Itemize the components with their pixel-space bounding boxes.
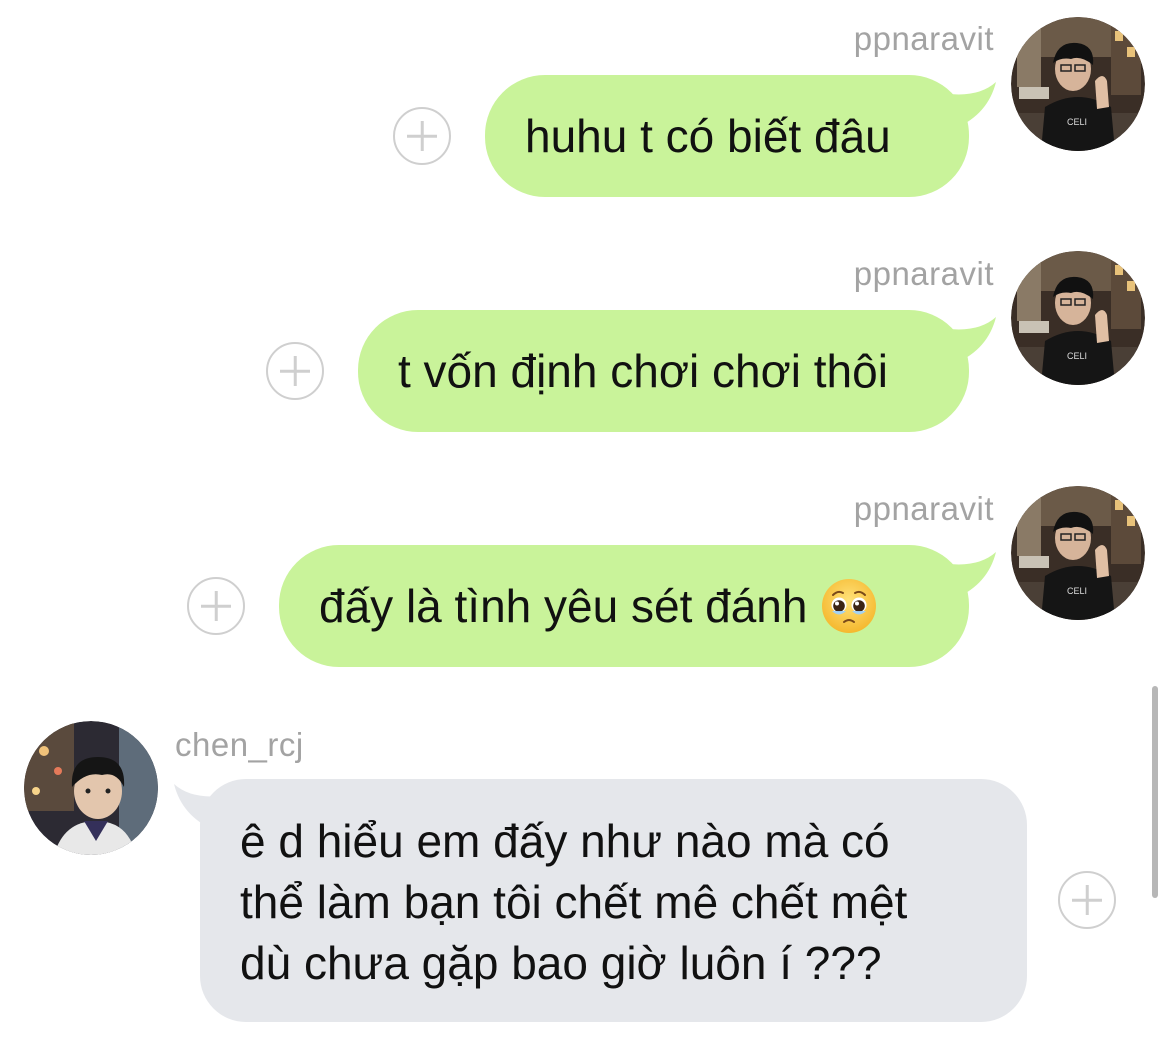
message-bubble[interactable]: huhu t có biết đâu xyxy=(485,75,969,197)
message-text-line: ê d hiểu em đấy như nào mà có xyxy=(240,815,890,867)
profile-photo-ppnaravit[interactable] xyxy=(1011,251,1145,385)
profile-photo-ppnaravit[interactable] xyxy=(1011,486,1145,620)
add-reaction-icon[interactable] xyxy=(1058,871,1116,929)
profile-photo-chen_rcj[interactable] xyxy=(24,721,158,855)
message-text: đấy là tình yêu sét đánh xyxy=(319,579,808,632)
pleading-face-icon xyxy=(822,579,877,633)
add-reaction-icon[interactable] xyxy=(393,107,451,165)
message-bubble[interactable]: ê d hiểu em đấy như nào mà có thể làm bạ… xyxy=(200,779,1027,1022)
message-text: huhu t có biết đâu xyxy=(525,109,891,162)
message-text-line: dù chưa gặp bao giờ luôn í ??? xyxy=(240,937,882,989)
message-text-line: thể làm bạn tôi chết mê chết mệt xyxy=(240,876,908,928)
profile-photo-ppnaravit[interactable] xyxy=(1011,17,1145,151)
message-bubble[interactable]: t vốn định chơi chơi thôi xyxy=(358,310,969,432)
sender-name: ppnaravit xyxy=(853,20,994,57)
message-bubble[interactable]: đấy là tình yêu sét đánh xyxy=(279,545,969,667)
sender-name: ppnaravit xyxy=(853,255,994,292)
scrollbar[interactable] xyxy=(1152,686,1158,898)
add-reaction-icon[interactable] xyxy=(187,577,245,635)
message-text: t vốn định chơi chơi thôi xyxy=(398,344,888,397)
sender-name: ppnaravit xyxy=(853,490,994,527)
sender-name: chen_rcj xyxy=(175,726,304,763)
add-reaction-icon[interactable] xyxy=(266,342,324,400)
